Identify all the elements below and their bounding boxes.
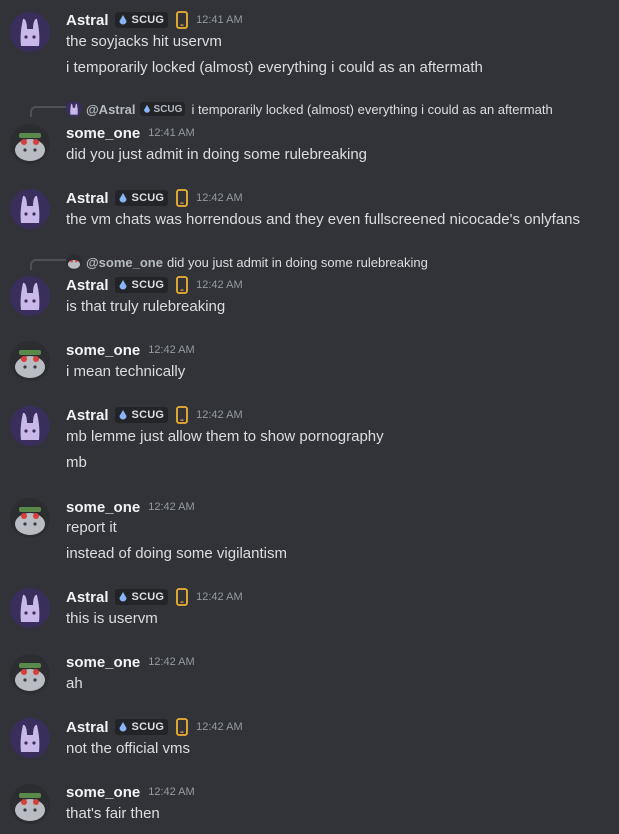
avatar-astral[interactable] <box>10 276 50 316</box>
author-name[interactable]: Astral <box>66 719 109 736</box>
timestamp[interactable]: 12:42 AM <box>196 192 242 204</box>
message-header: some_one 12:41 AM <box>66 123 195 143</box>
reply-author: @Astral <box>86 101 136 117</box>
reply-author: @some_one <box>86 254 163 270</box>
message-text: report it <box>66 519 117 536</box>
avatar-some-one[interactable] <box>10 124 50 164</box>
message-header: some_one 12:42 AM <box>66 497 195 517</box>
reply-avatar <box>66 101 82 117</box>
message-header: Astral SCUG 12:41 AM <box>66 10 243 30</box>
mobile-phone-icon <box>176 406 189 424</box>
droplet-icon <box>119 280 127 290</box>
author-name[interactable]: Astral <box>66 12 109 29</box>
timestamp[interactable]: 12:42 AM <box>148 656 194 668</box>
author-name[interactable]: some_one <box>66 125 140 142</box>
message-header: some_one 12:42 AM <box>66 782 195 802</box>
droplet-icon <box>119 722 127 732</box>
author-name[interactable]: Astral <box>66 407 109 424</box>
reply-text: did you just admit in doing some rulebre… <box>166 254 428 270</box>
author-name[interactable]: some_one <box>66 499 140 516</box>
avatar-some-one[interactable] <box>10 784 50 824</box>
author-name[interactable]: Astral <box>66 277 109 294</box>
server-tag[interactable]: SCUG <box>114 719 169 735</box>
message-text: this is uservm <box>66 610 158 627</box>
mobile-phone-icon <box>176 588 189 606</box>
droplet-icon <box>143 104 150 113</box>
author-name[interactable]: some_one <box>66 654 140 671</box>
author-name[interactable]: Astral <box>66 190 109 207</box>
timestamp[interactable]: 12:42 AM <box>196 279 242 291</box>
timestamp[interactable]: 12:41 AM <box>148 127 194 139</box>
reply-preview[interactable]: @some_one did you just admit in doing so… <box>66 254 428 270</box>
message-text: did you just admit in doing some rulebre… <box>66 146 368 163</box>
message-header: Astral SCUG 12:42 AM <box>66 405 243 425</box>
timestamp[interactable]: 12:42 AM <box>196 721 242 733</box>
avatar-some-one[interactable] <box>10 341 50 381</box>
timestamp[interactable]: 12:42 AM <box>196 591 242 603</box>
reply-spine <box>30 259 66 270</box>
server-tag[interactable]: SCUG <box>114 190 169 206</box>
reply-tag: SCUG <box>139 102 186 116</box>
reply-spine <box>30 106 66 117</box>
avatar-astral[interactable] <box>10 588 50 628</box>
timestamp[interactable]: 12:41 AM <box>196 14 242 26</box>
author-name[interactable]: some_one <box>66 342 140 359</box>
message-text: instead of doing some vigilantism <box>66 545 287 562</box>
message-text: is that truly rulebreaking <box>66 298 226 315</box>
reply-text: i temporarily locked (almost) everything… <box>191 101 553 117</box>
message-text: that's fair then <box>66 805 160 822</box>
timestamp[interactable]: 12:42 AM <box>196 409 242 421</box>
mobile-phone-icon <box>176 718 189 736</box>
timestamp[interactable]: 12:42 AM <box>148 344 194 356</box>
message-text: i mean technically <box>66 363 186 380</box>
message-text: mb <box>66 454 87 471</box>
droplet-icon <box>119 193 127 203</box>
message-header: some_one 12:42 AM <box>66 652 195 672</box>
server-tag[interactable]: SCUG <box>114 589 169 605</box>
message-header: Astral SCUG 12:42 AM <box>66 587 243 607</box>
reply-avatar <box>66 254 82 270</box>
message-header: Astral SCUG 12:42 AM <box>66 717 243 737</box>
reply-preview[interactable]: @Astral SCUG i temporarily locked (almos… <box>66 101 553 117</box>
avatar-astral[interactable] <box>10 718 50 758</box>
droplet-icon <box>119 592 127 602</box>
server-tag[interactable]: SCUG <box>114 277 169 293</box>
avatar-some-one[interactable] <box>10 498 50 538</box>
message-text: the vm chats was horrendous and they eve… <box>66 211 580 228</box>
server-tag[interactable]: SCUG <box>114 407 169 423</box>
avatar-some-one[interactable] <box>10 654 50 694</box>
mobile-phone-icon <box>176 276 189 294</box>
message-header: Astral SCUG 12:42 AM <box>66 275 243 295</box>
message-header: some_one 12:42 AM <box>66 340 195 360</box>
author-name[interactable]: Astral <box>66 589 109 606</box>
server-tag[interactable]: SCUG <box>114 12 169 28</box>
author-name[interactable]: some_one <box>66 784 140 801</box>
message-text: mb lemme just allow them to show pornogr… <box>66 428 384 445</box>
message-text: i temporarily locked (almost) everything… <box>66 59 483 76</box>
message-text: ah <box>66 675 83 692</box>
droplet-icon <box>119 15 127 25</box>
avatar-astral[interactable] <box>10 406 50 446</box>
timestamp[interactable]: 12:42 AM <box>148 786 194 798</box>
avatar-astral[interactable] <box>10 12 50 52</box>
timestamp[interactable]: 12:42 AM <box>148 501 194 513</box>
message-text: the soyjacks hit uservm <box>66 33 222 50</box>
droplet-icon <box>119 410 127 420</box>
avatar-astral[interactable] <box>10 189 50 229</box>
message-header: Astral SCUG 12:42 AM <box>66 188 243 208</box>
mobile-phone-icon <box>176 11 189 29</box>
mobile-phone-icon <box>176 189 189 207</box>
message-text: not the official vms <box>66 740 190 757</box>
